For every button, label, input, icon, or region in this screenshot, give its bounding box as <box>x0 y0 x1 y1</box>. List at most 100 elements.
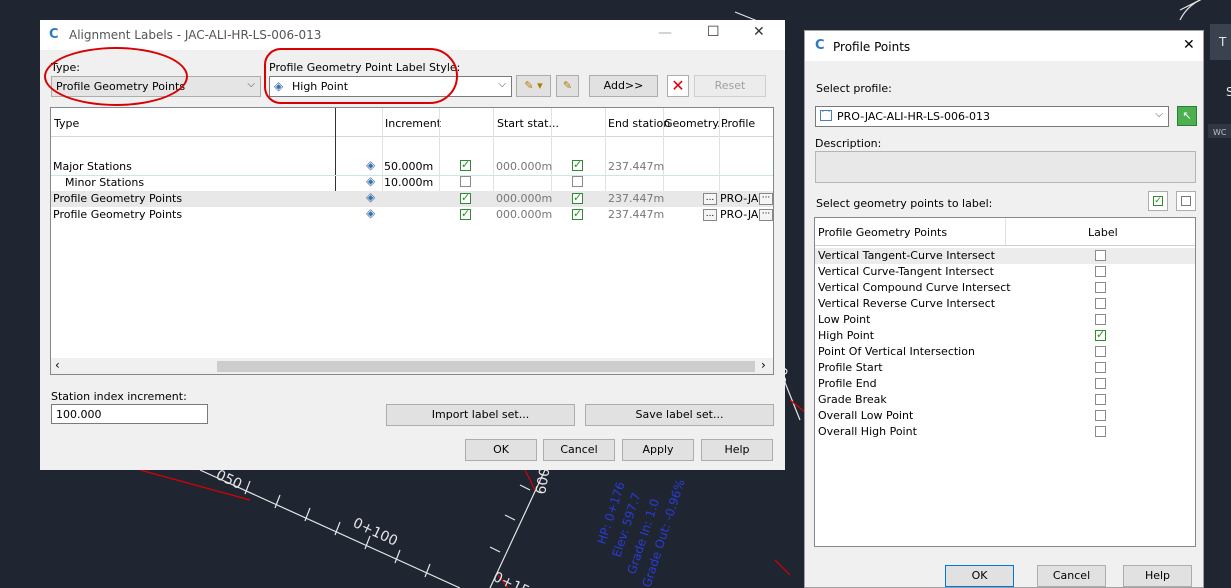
col-header-profile[interactable]: Profile <box>721 117 755 130</box>
horizontal-scrollbar[interactable]: ‹ › <box>51 358 773 374</box>
table-row[interactable]: Profile Geometry Points ◈ 000.000m 237.4… <box>51 206 773 223</box>
col-header-start-station[interactable]: Start stat... <box>497 117 559 130</box>
start-station-checkbox[interactable] <box>460 191 471 204</box>
scroll-right-icon[interactable]: › <box>761 358 766 372</box>
list-item[interactable]: Point Of Vertical Intersection <box>815 344 1195 360</box>
header-divider <box>51 136 773 137</box>
table-row[interactable]: Major Stations ◈ 50.000m 000.000m 237.44… <box>51 158 773 175</box>
geometry-points-list[interactable]: Profile Geometry Points Label Vertical T… <box>814 217 1196 547</box>
table-row[interactable]: Minor Stations ◈ 10.000m <box>51 174 773 191</box>
profile-ellipsis-button[interactable]: ··· <box>759 209 773 221</box>
cad-side-label-s: S <box>1226 85 1231 99</box>
point-label-checkbox[interactable] <box>1095 266 1106 277</box>
list-item[interactable]: Profile End <box>815 376 1195 392</box>
add-button[interactable]: Add>> <box>589 75 658 97</box>
row-type: Profile Geometry Points <box>53 208 183 221</box>
list-item[interactable]: Profile Start <box>815 360 1195 376</box>
cancel-button[interactable]: Cancel <box>1037 565 1106 587</box>
table-row[interactable]: Profile Geometry Points ◈ 000.000m 237.4… <box>51 190 773 207</box>
point-label-checkbox[interactable] <box>1095 328 1106 341</box>
profile-ellipsis-button[interactable]: ··· <box>759 193 773 205</box>
point-label-checkbox[interactable] <box>1095 394 1106 405</box>
list-item[interactable]: Vertical Reverse Curve Intersect <box>815 296 1195 312</box>
close-button[interactable]: ✕ <box>753 24 765 40</box>
col-header-type[interactable]: Type <box>54 117 79 130</box>
row-start[interactable]: 000.000m <box>496 192 552 205</box>
row-start[interactable]: 000.000m <box>496 160 552 173</box>
point-name: Overall High Point <box>818 425 917 438</box>
list-item[interactable]: Low Point <box>815 312 1195 328</box>
start-station-checkbox[interactable] <box>460 207 471 220</box>
station-index-input[interactable]: 100.000 <box>51 404 208 424</box>
row-profile[interactable]: PRO-JAC <box>720 192 758 205</box>
row-end[interactable]: 237.447m <box>608 208 664 221</box>
geometry-ellipsis-button[interactable]: ... <box>703 193 717 205</box>
end-station-checkbox[interactable] <box>572 176 583 187</box>
list-item[interactable]: Overall Low Point <box>815 408 1195 424</box>
row-profile[interactable]: PRO-JAC <box>720 208 758 221</box>
pick-profile-icon[interactable]: ↖ <box>1177 106 1197 126</box>
edit-style-button[interactable]: ✎ ▾ <box>516 75 551 97</box>
list-item[interactable]: Vertical Compound Curve Intersect <box>815 280 1195 296</box>
point-label-checkbox[interactable] <box>1095 250 1106 261</box>
list-item[interactable]: Vertical Tangent-Curve Intersect <box>815 248 1195 264</box>
apply-button[interactable]: Apply <box>622 439 694 461</box>
edit-style-current-button[interactable]: ✎ <box>556 75 579 97</box>
list-item[interactable]: High Point <box>815 328 1195 344</box>
labels-grid[interactable]: Type Increment Start stat... End station… <box>50 107 774 375</box>
row-end[interactable]: 237.447m <box>608 160 664 173</box>
close-button[interactable]: ✕ <box>1183 37 1195 53</box>
title-bar[interactable]: C Alignment Labels - JAC-ALI-HR-LS-006-0… <box>40 20 785 50</box>
point-label-checkbox[interactable] <box>1095 282 1106 293</box>
list-item[interactable]: Grade Break <box>815 392 1195 408</box>
end-station-checkbox[interactable] <box>572 191 583 204</box>
ok-button[interactable]: OK <box>465 439 537 461</box>
title-bar[interactable]: C Profile Points ✕ <box>805 31 1203 61</box>
point-name: Vertical Curve-Tangent Intersect <box>818 265 994 278</box>
point-label-checkbox[interactable] <box>1095 378 1106 389</box>
col-header-increment[interactable]: Increment <box>385 117 441 130</box>
cad-label-0-150: 0+150 <box>490 569 540 588</box>
profile-dropdown[interactable]: ⌒ PRO-JAC-ALI-HR-LS-006-013 ⌵ <box>815 106 1169 127</box>
row-increment[interactable]: 50.000m <box>384 160 433 173</box>
minimize-button[interactable]: — <box>658 25 672 41</box>
row-type: Minor Stations <box>65 176 145 189</box>
delete-icon[interactable]: ✕ <box>667 75 689 97</box>
row-increment[interactable]: 10.000m <box>384 176 433 189</box>
point-label-checkbox[interactable] <box>1095 362 1106 373</box>
col-header-points[interactable]: Profile Geometry Points <box>818 226 947 239</box>
col-header-end-station[interactable]: End station <box>608 117 670 130</box>
description-field[interactable] <box>815 151 1196 183</box>
point-label-checkbox[interactable] <box>1095 346 1106 357</box>
point-label-checkbox[interactable] <box>1095 410 1106 421</box>
col-header-label[interactable]: Label <box>1088 226 1118 239</box>
point-label-checkbox[interactable] <box>1095 426 1106 437</box>
list-item[interactable]: Overall High Point <box>815 424 1195 440</box>
geometry-ellipsis-button[interactable]: ... <box>703 209 717 221</box>
end-station-checkbox[interactable] <box>572 158 583 171</box>
maximize-button[interactable]: ☐ <box>707 24 720 40</box>
start-station-checkbox[interactable] <box>460 158 471 171</box>
list-item[interactable]: Vertical Curve-Tangent Intersect <box>815 264 1195 280</box>
cad-label-0-100: 0+100 <box>350 515 400 550</box>
end-station-checkbox[interactable] <box>572 207 583 220</box>
point-name: Profile Start <box>818 361 883 374</box>
check-all-button[interactable]: ✓ <box>1148 191 1168 211</box>
select-points-label: Select geometry points to label: <box>816 197 993 210</box>
scroll-left-icon[interactable]: ‹ <box>55 358 60 372</box>
point-label-checkbox[interactable] <box>1095 298 1106 309</box>
scroll-thumb[interactable] <box>217 361 755 372</box>
row-end[interactable]: 237.447m <box>608 192 664 205</box>
ok-button[interactable]: OK <box>945 565 1014 587</box>
point-label-checkbox[interactable] <box>1095 314 1106 325</box>
row-start[interactable]: 000.000m <box>496 208 552 221</box>
import-label-set-button[interactable]: Import label set... <box>386 404 575 426</box>
help-button[interactable]: Help <box>701 439 773 461</box>
reset-button[interactable]: Reset <box>694 75 766 97</box>
chevron-down-icon: ⌵ <box>1155 109 1163 120</box>
uncheck-all-button[interactable] <box>1176 191 1196 211</box>
cancel-button[interactable]: Cancel <box>543 439 615 461</box>
save-label-set-button[interactable]: Save label set... <box>585 404 774 426</box>
start-station-checkbox[interactable] <box>460 176 471 187</box>
help-button[interactable]: Help <box>1123 565 1192 587</box>
